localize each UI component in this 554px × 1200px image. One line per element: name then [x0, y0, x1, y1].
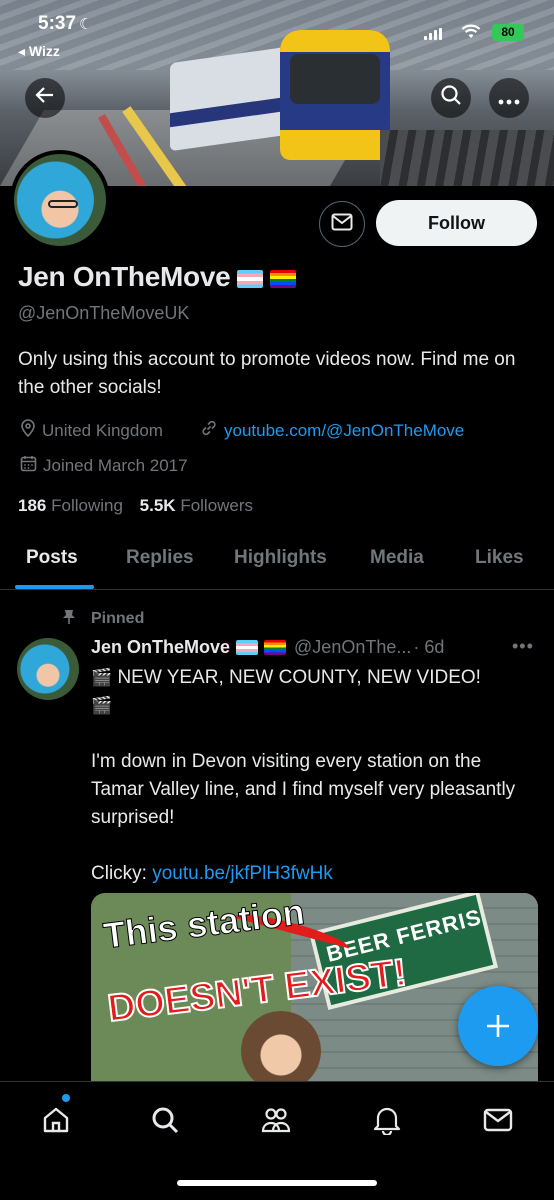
moon-icon: ☾ — [79, 16, 93, 33]
nav-messages[interactable] — [478, 1102, 518, 1142]
clapperboard-icon: 🎬 — [91, 668, 113, 687]
thumbnail-caption-white: This station — [101, 893, 308, 957]
search-icon — [440, 84, 462, 112]
notification-dot — [62, 1094, 70, 1102]
tab-media[interactable]: Media — [370, 547, 424, 569]
rainbow-flag-icon — [270, 269, 297, 288]
location: United Kingdom — [20, 419, 163, 442]
nav-home[interactable] — [36, 1102, 76, 1142]
battery-indicator: 80 — [492, 24, 524, 41]
arrow-left-icon — [35, 85, 55, 111]
profile-avatar[interactable] — [10, 150, 110, 250]
post-author-name[interactable]: Jen OnTheMove — [91, 637, 230, 658]
thumbnail-person — [241, 1011, 321, 1083]
compose-post-button[interactable] — [458, 986, 538, 1066]
transgender-flag-icon — [236, 640, 259, 655]
profile-tabs: Posts Replies Highlights Media Likes — [0, 530, 554, 590]
location-pin-icon — [20, 419, 36, 442]
notifications-icon — [373, 1105, 401, 1140]
message-button[interactable] — [319, 201, 365, 247]
calendar-icon — [20, 455, 37, 477]
website-link[interactable]: youtube.com/@JenOnTheMove — [200, 419, 464, 442]
cellular-signal-icon — [424, 28, 442, 40]
wifi-icon — [461, 24, 481, 45]
follow-counts: 186 Following 5.5K Followers — [18, 496, 253, 516]
profile-bio: Only using this account to promote video… — [18, 349, 516, 398]
back-button[interactable] — [25, 78, 65, 118]
more-options-button[interactable] — [489, 78, 529, 118]
tab-likes[interactable]: Likes — [475, 547, 524, 569]
nav-search[interactable] — [145, 1102, 185, 1142]
search-icon — [150, 1105, 180, 1140]
followers-count[interactable]: 5.5K Followers — [140, 496, 253, 515]
banner-tracks — [380, 130, 554, 186]
envelope-icon — [331, 213, 353, 236]
tab-replies[interactable]: Replies — [126, 547, 194, 569]
post-author-handle[interactable]: @JenOnThe... — [294, 637, 411, 658]
display-name: Jen OnTheMove — [18, 261, 297, 293]
joined-date: Joined March 2017 — [20, 455, 188, 477]
tab-posts[interactable]: Posts — [26, 547, 78, 569]
nav-communities[interactable] — [256, 1102, 296, 1142]
post-more-button[interactable]: ••• — [512, 636, 534, 657]
link-icon — [200, 419, 218, 442]
nav-notifications[interactable] — [367, 1102, 407, 1142]
tab-highlights[interactable]: Highlights — [234, 547, 327, 569]
post-paragraph: I'm down in Devon visiting every station… — [91, 751, 516, 828]
post-body: 🎬 NEW YEAR, NEW COUNTY, NEW VIDEO! 🎬 I'm … — [91, 664, 536, 916]
plus-icon — [485, 1004, 511, 1049]
status-bar: 5:37 ☾ 80 — [0, 0, 554, 44]
post-link[interactable]: youtu.be/jkfPlH3fwHk — [152, 863, 333, 884]
pin-icon — [63, 609, 75, 628]
search-button[interactable] — [431, 78, 471, 118]
active-tab-indicator — [15, 585, 94, 589]
post-time[interactable]: · 6d — [413, 637, 444, 658]
user-handle: @JenOnTheMoveUK — [18, 303, 190, 323]
more-horizontal-icon — [498, 85, 520, 111]
follow-button[interactable]: Follow — [376, 200, 537, 246]
post-author-avatar[interactable] — [17, 638, 79, 700]
messages-icon — [483, 1107, 513, 1138]
home-icon — [41, 1105, 71, 1140]
clapperboard-icon: 🎬 — [91, 696, 113, 715]
banner-train — [150, 30, 400, 160]
more-horizontal-icon: ••• — [512, 636, 534, 656]
following-count[interactable]: 186 Following — [18, 496, 123, 515]
transgender-flag-icon — [237, 269, 264, 288]
status-time: 5:37 ☾ — [38, 13, 93, 34]
home-indicator — [177, 1180, 377, 1186]
post-header: Jen OnTheMove @JenOnThe... · 6d — [91, 637, 444, 658]
pinned-label: Pinned — [63, 609, 144, 628]
rainbow-flag-icon — [264, 640, 287, 655]
communities-icon — [260, 1105, 292, 1140]
back-to-app-link[interactable]: ◂ Wizz — [18, 43, 60, 60]
